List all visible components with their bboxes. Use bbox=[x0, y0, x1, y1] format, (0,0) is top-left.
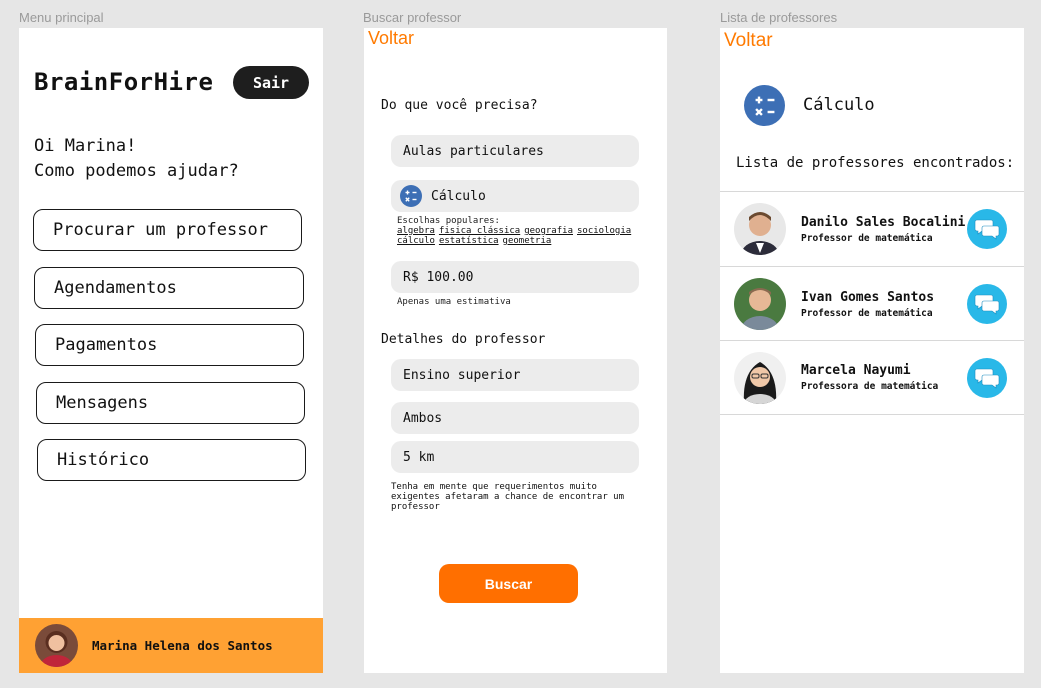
chat-icon[interactable] bbox=[967, 357, 1007, 398]
menu-item-label: Histórico bbox=[57, 450, 150, 470]
user-profile-bar[interactable]: Marina Helena dos Santos bbox=[19, 618, 323, 673]
teacher-name: Marcela Nayumi bbox=[801, 363, 911, 378]
menu-item-label: Pagamentos bbox=[55, 335, 158, 355]
education-value: Ensino superior bbox=[403, 367, 521, 383]
popular-choice[interactable]: sociologia bbox=[577, 226, 631, 236]
price-input[interactable]: R$ 100.00 bbox=[391, 261, 639, 293]
teacher-name: Ivan Gomes Santos bbox=[801, 289, 935, 305]
popular-choice[interactable]: geometria bbox=[503, 236, 552, 246]
list-title: Lista de professores encontrados: bbox=[736, 155, 1015, 171]
menu-item-label: Agendamentos bbox=[54, 278, 177, 298]
list-item[interactable]: Marcela Nayumi Professora de matemática bbox=[720, 340, 1024, 415]
requirements-warning: Tenha em mente que requerimentos muito e… bbox=[391, 482, 624, 512]
user-name: Marina Helena dos Santos bbox=[92, 638, 273, 653]
teacher-name: Danilo Sales Bocalini bbox=[801, 214, 966, 230]
chat-icon[interactable] bbox=[967, 284, 1007, 324]
search-button[interactable]: Buscar bbox=[439, 564, 578, 603]
popular-title: Escolhas populares: bbox=[397, 216, 500, 226]
menu-item-label: Mensagens bbox=[56, 393, 149, 413]
popular-choices-row-1: algebra fisica clássica geografia sociologi… bbox=[397, 226, 635, 236]
menu-item-find-teacher[interactable]: Procurar um professor bbox=[33, 209, 302, 251]
menu-screen: BrainForHire Sair Oi Marina! Como podemo… bbox=[19, 28, 323, 673]
popular-choice[interactable]: geografia bbox=[524, 226, 573, 236]
greeting-line-2: Como podemos ajudar? bbox=[34, 161, 239, 181]
frame-label-search: Buscar professor bbox=[363, 10, 462, 25]
mode-value: Ambos bbox=[403, 410, 443, 426]
menu-item-label: Procurar um professor bbox=[53, 220, 268, 240]
greeting-line-1: Oi Marina! bbox=[34, 136, 137, 156]
menu-item-messages[interactable]: Mensagens bbox=[36, 382, 305, 424]
popular-choice[interactable]: cálculo bbox=[397, 236, 435, 246]
mode-select[interactable]: Ambos bbox=[391, 402, 639, 434]
frame-label-list: Lista de professores bbox=[720, 10, 838, 25]
teacher-info: Danilo Sales Bocalini Professor de matem… bbox=[801, 215, 967, 244]
details-title: Detalhes do professor bbox=[381, 332, 546, 347]
price-value: R$ 100.00 bbox=[403, 269, 474, 285]
frame-label-menu: Menu principal bbox=[19, 10, 104, 25]
chat-icon[interactable] bbox=[967, 209, 1007, 249]
avatar bbox=[734, 351, 786, 404]
menu-item-schedules[interactable]: Agendamentos bbox=[34, 267, 304, 309]
logout-button[interactable]: Sair bbox=[233, 66, 309, 99]
menu-item-payments[interactable]: Pagamentos bbox=[35, 324, 304, 366]
service-value: Aulas particulares bbox=[403, 143, 544, 159]
subject-title: Cálculo bbox=[803, 95, 875, 115]
popular-choice[interactable]: algebra bbox=[397, 226, 435, 236]
app-brand: BrainForHire bbox=[34, 68, 214, 96]
popular-choice[interactable]: estatística bbox=[439, 236, 499, 246]
popular-choice[interactable]: fisica clássica bbox=[439, 226, 520, 236]
popular-choices-row-2: cálculo estatística geometria bbox=[397, 236, 555, 246]
teacher-role: Professor de matemática bbox=[801, 232, 933, 244]
service-select[interactable]: Aulas particulares bbox=[391, 135, 639, 167]
back-link[interactable]: Voltar bbox=[368, 28, 414, 49]
teacher-list-screen: Voltar Cálculo Lista de professores enco… bbox=[720, 28, 1024, 673]
menu-item-history[interactable]: Histórico bbox=[37, 439, 306, 481]
avatar bbox=[734, 278, 786, 330]
back-link[interactable]: Voltar bbox=[724, 30, 773, 52]
list-item[interactable]: Danilo Sales Bocalini Professor de matem… bbox=[720, 191, 1024, 266]
distance-select[interactable]: 5 km bbox=[391, 441, 639, 473]
price-note: Apenas uma estimativa bbox=[397, 297, 511, 307]
subject-select[interactable]: Cálculo bbox=[391, 180, 639, 212]
distance-value: 5 km bbox=[403, 449, 435, 465]
subject-value: Cálculo bbox=[431, 188, 486, 204]
avatar bbox=[734, 203, 786, 255]
need-question: Do que você precisa? bbox=[381, 98, 538, 113]
calculator-icon bbox=[400, 185, 422, 207]
avatar bbox=[35, 624, 78, 667]
list-item[interactable]: Ivan Gomes Santos Professor de matemátic… bbox=[720, 266, 1024, 341]
teacher-role: Professora de matemática bbox=[801, 381, 939, 392]
calculator-icon bbox=[744, 85, 785, 126]
teacher-info: Marcela Nayumi Professora de matemática bbox=[801, 363, 967, 392]
teacher-info: Ivan Gomes Santos Professor de matemátic… bbox=[801, 290, 967, 319]
education-select[interactable]: Ensino superior bbox=[391, 359, 639, 391]
teacher-role: Professor de matemática bbox=[801, 307, 933, 319]
search-screen: Voltar Do que você precisa? Aulas partic… bbox=[364, 28, 667, 673]
